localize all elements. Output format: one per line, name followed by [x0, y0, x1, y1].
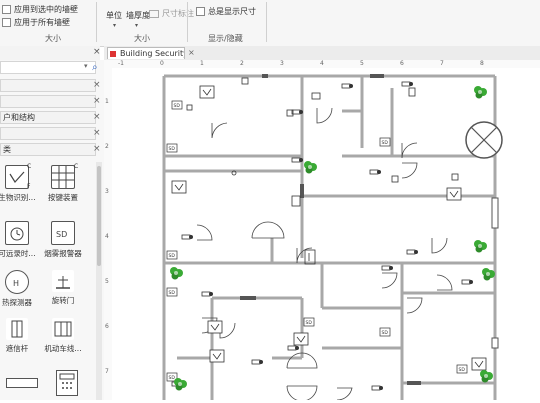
svg-text:SD: SD	[174, 103, 181, 109]
ruler-tick-label: 4	[320, 60, 324, 67]
tab-building-security[interactable]: Building Security ...	[107, 47, 185, 59]
close-tab-icon[interactable]: ×	[188, 48, 195, 57]
ruler-tick-label: 5	[360, 60, 364, 67]
biometric-icon	[5, 165, 29, 189]
ruler-tick-label: 2	[105, 143, 109, 150]
smoke-detector-icon: SD	[51, 221, 75, 245]
ruler-tick-label: 4	[105, 233, 109, 240]
svg-text:SD: SD	[306, 320, 313, 326]
barrier-gate-icon	[6, 318, 28, 340]
library-category-row[interactable]	[0, 127, 96, 140]
svg-text:SD: SD	[169, 375, 176, 381]
wall-thickness-button[interactable]: 墙厚度	[126, 10, 150, 21]
group-label-size: 大小	[45, 34, 61, 43]
ruler-tick-label: 1	[105, 98, 109, 105]
wall-markers	[240, 74, 499, 385]
library-scrollbar-thumb[interactable]	[97, 166, 101, 266]
document-icon	[110, 51, 116, 57]
vehicle-lane-icon	[52, 318, 74, 340]
ruler-tick-label: 6	[400, 60, 404, 67]
ruler-tick-label: 7	[105, 368, 109, 375]
wall-all-option[interactable]: 应用于所有墙壁	[2, 17, 70, 28]
keypad-icon	[51, 165, 75, 189]
ruler-tick-label: 2	[240, 60, 244, 67]
library-search-input[interactable]	[0, 61, 96, 74]
search-icon[interactable]: ⌕	[92, 62, 98, 73]
separator	[266, 2, 267, 42]
chevron-down-icon[interactable]: ▾	[113, 22, 116, 29]
wall-selected-option[interactable]: 应用到选中的墙壁	[2, 4, 78, 15]
always-show-dimension-option[interactable]: 总是显示尺寸	[196, 6, 256, 17]
ruler-tick-label: 5	[105, 278, 109, 285]
shape-heat-detector[interactable]: H 热探测器	[0, 270, 40, 308]
left-panel-header	[0, 46, 100, 60]
ribbon: 应用到选中的墙壁 应用于所有墙壁 大小 单位 墙厚度 尺寸标注 ▾ ▾ 大小 总…	[0, 0, 540, 47]
ruler-tick-label: 1	[200, 60, 204, 67]
fan-symbol	[465, 121, 503, 159]
ruler-tick-label: 7	[440, 60, 444, 67]
library-category-row[interactable]	[0, 95, 96, 108]
close-icon[interactable]: ×	[93, 128, 101, 138]
svg-text:SD: SD	[169, 253, 176, 259]
checkbox-icon	[2, 5, 11, 14]
library-category-row[interactable]: 户和结构	[0, 111, 96, 124]
close-icon[interactable]: ×	[93, 112, 101, 122]
turnstile-icon	[52, 270, 74, 292]
group-label-size: 大小	[134, 34, 150, 43]
library-category-row[interactable]: 类	[0, 143, 96, 156]
ruler-tick-label: 6	[105, 323, 109, 330]
chevron-down-icon[interactable]: ▾	[84, 62, 88, 70]
green-sensors	[170, 86, 495, 391]
shape-barrier-gate[interactable]: 遮信杆	[0, 318, 40, 354]
checkbox-icon	[196, 7, 205, 16]
shape-vehicle-lane[interactable]: 机动车线...	[40, 318, 86, 354]
close-icon[interactable]: ×	[93, 47, 101, 57]
dimension-icon	[149, 9, 159, 18]
unit-button[interactable]: 单位	[106, 10, 122, 21]
biometric-devices	[171, 85, 487, 371]
ruler-tick-label: 0	[160, 60, 164, 67]
access-panel-icon	[59, 373, 75, 389]
ruler-tick-label: -1	[118, 60, 124, 67]
shape-card-reader[interactable]	[6, 378, 38, 388]
ruler-tick-label: 3	[105, 188, 109, 195]
shape-smoke-alarm[interactable]: SD 烟雾报警器	[40, 221, 86, 259]
checkbox-icon	[2, 18, 11, 27]
ruler-tick-label: 3	[280, 60, 284, 67]
svg-text:SD: SD	[382, 330, 389, 336]
svg-text:SD: SD	[169, 290, 176, 296]
close-icon[interactable]: ×	[93, 96, 101, 106]
shape-keypad[interactable]: 按键装置	[40, 165, 86, 203]
heat-detector-icon: H	[5, 270, 29, 294]
close-icon[interactable]: ×	[93, 80, 101, 90]
shape-corner-mark: C	[74, 163, 79, 170]
shape-corner-mark: F	[27, 183, 31, 190]
shape-biometric[interactable]: 生物识别...	[0, 165, 40, 203]
svg-text:H: H	[13, 279, 19, 288]
chevron-down-icon[interactable]: ▾	[135, 22, 138, 29]
shape-access-panel[interactable]	[56, 370, 78, 396]
svg-text:SD: SD	[56, 230, 67, 239]
separator	[96, 2, 97, 42]
svg-text:SD: SD	[459, 367, 466, 373]
svg-text:SD: SD	[169, 146, 176, 152]
shape-corner-mark: C	[27, 163, 32, 170]
clock-recorder-icon	[5, 221, 29, 245]
cameras	[171, 81, 474, 391]
group-label-show-hide: 显示/隐藏	[208, 34, 243, 43]
svg-text:SD: SD	[382, 140, 389, 146]
separator	[187, 2, 188, 42]
close-icon[interactable]: ×	[93, 144, 101, 154]
library-category-row[interactable]	[0, 79, 96, 92]
shape-turnstile[interactable]: 旋转门	[40, 270, 86, 306]
shape-time-recorder[interactable]: 可远录时...	[0, 221, 40, 259]
drawing-canvas[interactable]: SD SD SD SD SD SD SD SD SD	[112, 68, 540, 402]
ruler-tick-label: 8	[480, 60, 484, 67]
floor-plan[interactable]: SD SD SD SD SD SD SD SD SD	[112, 68, 540, 402]
